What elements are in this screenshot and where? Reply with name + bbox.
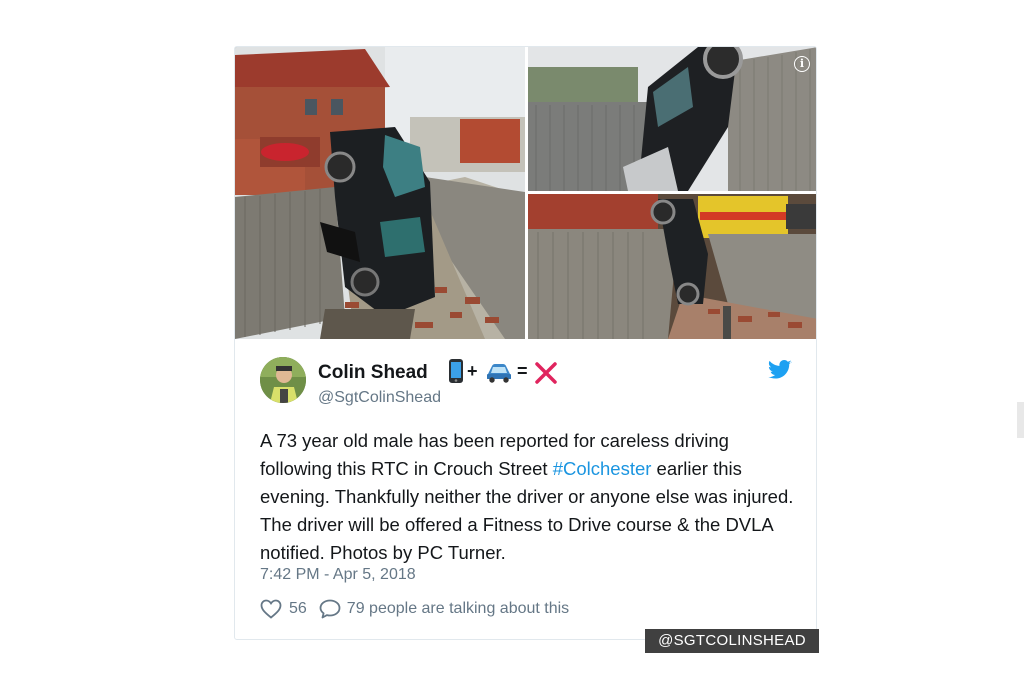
car-emoji [487,364,511,383]
edge-divider [1017,402,1024,438]
photo-top-right[interactable]: i [528,47,816,191]
reply-button[interactable]: 79 people are talking about this [319,599,569,619]
tweet-media[interactable]: i [235,47,816,340]
tweet-card: i Colin Shead + = @SgtColinShead A 73 ye… [234,46,817,640]
heart-icon [260,599,282,619]
like-button[interactable]: 56 [260,599,307,619]
photo-bottom-right-image [528,194,816,339]
photo-main[interactable] [235,47,525,339]
cross-emoji [535,362,557,384]
avatar[interactable] [260,357,306,403]
emoji-plus: + [467,361,478,381]
avatar-image [260,357,306,403]
watermark-label: @SGTCOLINSHEAD [645,629,819,653]
like-count: 56 [289,600,307,617]
twitter-bird-icon[interactable] [768,360,792,380]
talking-count: 79 people are talking about this [346,600,570,617]
author-name[interactable]: Colin Shead [318,362,428,384]
info-icon[interactable]: i [794,56,810,72]
photo-main-image [235,47,525,339]
author-handle[interactable]: @SgtColinShead [318,389,441,407]
phone-emoji [449,359,463,383]
photo-bottom-right[interactable] [528,194,816,339]
hashtag-link[interactable]: #Colchester [553,458,652,479]
tweet-actions: 56 79 people are talking about this [260,599,569,619]
tweet-text: A 73 year old male has been reported for… [260,427,800,567]
reply-icon [319,599,341,619]
tweet-body: Colin Shead + = @SgtColinShead A 73 year… [235,340,816,639]
photo-top-right-image [528,47,816,191]
tweet-timestamp[interactable]: 7:42 PM - Apr 5, 2018 [260,566,416,584]
emoji-equals: = [517,361,528,381]
